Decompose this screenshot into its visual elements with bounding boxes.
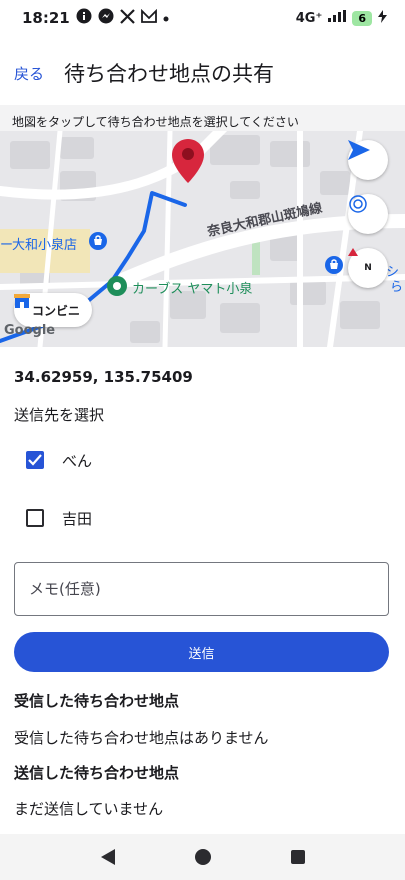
battery-indicator: 6 (352, 10, 372, 26)
received-title: 受信した待ち合わせ地点 (14, 692, 180, 710)
page-title: 待ち合わせ地点の共有 (64, 62, 274, 86)
signal-icon (328, 10, 347, 26)
status-time: 18:21 (22, 9, 70, 27)
nav-home-button[interactable] (188, 842, 218, 872)
partial-map-label: ら (390, 280, 404, 295)
mail-icon (140, 8, 157, 27)
my-location-button[interactable] (348, 194, 388, 234)
notification-icons (76, 8, 169, 28)
info-icon (76, 8, 92, 28)
messenger-icon (98, 8, 114, 28)
status-left: 18:21 (22, 8, 169, 28)
checkbox-checked[interactable] (26, 451, 44, 469)
dot-icon (163, 10, 169, 26)
nav-back-button[interactable] (93, 842, 123, 872)
status-bar: 18:21 4G⁺ 6 (0, 0, 405, 36)
recipient-label: 送信先を選択 (14, 406, 105, 424)
map-view[interactable]: 奈良大和郡山斑鳩線 ー 大和小泉店 カーブス ヤマト小泉 シ ら N コンビニ (0, 131, 405, 347)
system-nav-bar (0, 834, 405, 880)
status-right: 4G⁺ 6 (295, 9, 387, 27)
x-icon (119, 8, 135, 28)
app-bar: 戻る 待ち合わせ地点の共有 (0, 48, 405, 100)
compass-icon: N (348, 248, 372, 273)
memo-input[interactable] (14, 562, 389, 616)
recipient-name: 吉田 (62, 509, 93, 528)
checkbox-unchecked[interactable] (26, 509, 44, 527)
recipient-name: べん (62, 451, 93, 470)
coordinates-text: 34.62959, 135.75409 (14, 368, 193, 386)
sent-empty-text: まだ送信していません (14, 800, 164, 818)
sent-title: 送信した待ち合わせ地点 (14, 764, 180, 782)
poi-chip-convenience[interactable]: コンビニ (14, 293, 93, 327)
store-label[interactable]: 大和小泉店 (12, 234, 77, 253)
back-button[interactable]: 戻る (14, 63, 44, 84)
google-logo: Google (4, 323, 56, 338)
compass-label: N (364, 263, 372, 273)
compass-button[interactable]: N (348, 248, 388, 288)
charging-icon (378, 9, 387, 27)
home-circle-icon (194, 849, 211, 865)
place-label[interactable]: カーブス ヤマト小泉 (132, 278, 252, 297)
network-type: 4G⁺ (295, 10, 323, 26)
back-triangle-icon (100, 849, 115, 865)
poi-chip-label: コンビニ (32, 303, 81, 318)
nav-recents-button[interactable] (283, 842, 313, 872)
map-hint: 地図をタップして待ち合わせ地点を選択してください (0, 105, 405, 131)
check-icon (28, 454, 42, 466)
directions-button[interactable] (348, 140, 388, 180)
send-button[interactable]: 送信 (14, 632, 389, 672)
recipient-option-ben[interactable]: べん (26, 442, 92, 478)
received-empty-text: 受信した待ち合わせ地点はありません (14, 729, 269, 747)
recents-square-icon (290, 850, 305, 864)
battery-level: 6 (358, 11, 366, 25)
recipient-option-yoshida[interactable]: 吉田 (26, 500, 92, 536)
